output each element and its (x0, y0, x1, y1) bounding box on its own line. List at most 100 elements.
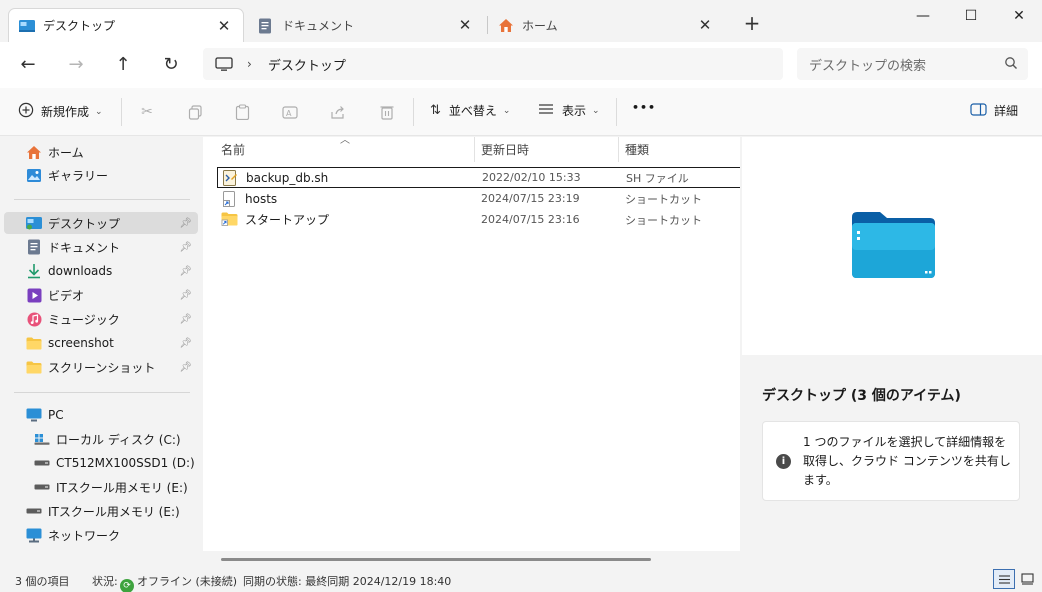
view-button[interactable]: 表示 ⌄ (538, 102, 600, 119)
pin-icon[interactable]: 📌︎ (179, 338, 192, 349)
chevron-down-icon: ⌄ (502, 105, 511, 116)
sidebar-item-label: ローカル ディスク (C:) (56, 432, 181, 447)
more-options-button[interactable]: ••• (632, 101, 656, 114)
file-row-hosts[interactable]: hosts 2024/07/15 23:19 ショートカット (217, 188, 740, 209)
sort-button-label: 並べ替え (448, 104, 497, 118)
sidebar-item-screenshots-jp[interactable]: スクリーンショット 📌︎ (4, 356, 198, 378)
sidebar-item-label: ITスクール用メモリ (E:) (56, 480, 188, 495)
close-tab-icon[interactable]: ✕ (215, 17, 233, 35)
network-icon (26, 527, 42, 543)
column-header-modified[interactable]: 更新日時 (463, 137, 607, 162)
sidebar-item-home[interactable]: ホーム (4, 141, 198, 163)
file-row-backup-db[interactable]: backup_db.sh 2022/02/10 15:33 SH ファイル (217, 167, 740, 188)
gallery-icon (26, 167, 42, 183)
sidebar-item-drive-d[interactable]: CT512MX100SSD1 (D:) (4, 452, 198, 474)
status-state: ⟳ オフライン (未接続) (120, 573, 237, 592)
horizontal-scrollbar-thumb[interactable] (221, 558, 651, 561)
pc-icon (26, 407, 42, 423)
divider (121, 98, 122, 126)
rename-icon[interactable]: A (280, 102, 300, 122)
column-header-label: 名前 (221, 143, 246, 157)
sidebar-item-label: ITスクール用メモリ (E:) (48, 504, 180, 519)
sidebar-item-drive-c[interactable]: ローカル ディスク (C:) (4, 428, 198, 450)
share-icon[interactable] (328, 102, 348, 122)
tab-home[interactable]: ホーム ✕ (488, 8, 724, 42)
file-modified: 2022/02/10 15:33 (482, 171, 581, 184)
details-pane-icon (970, 102, 987, 119)
details-info-box: i 1 つのファイルを選択して詳細情報を取得し、クラウド コンテンツを共有します… (762, 421, 1020, 501)
tab-desktop[interactable]: デスクトップ ✕ (8, 8, 244, 42)
view-list-icon (538, 103, 554, 118)
sidebar-item-label: ホーム (48, 145, 84, 160)
close-window-button[interactable]: ✕ (996, 4, 1042, 28)
sidebar-item-label: ミュージック (48, 312, 120, 327)
info-icon: i (776, 454, 791, 469)
sidebar-item-gallery[interactable]: ギャラリー (4, 164, 198, 186)
file-modified: 2024/07/15 23:16 (481, 213, 580, 226)
sidebar-item-network[interactable]: ネットワーク (4, 524, 198, 546)
sidebar-item-desktop[interactable]: デスクトップ 📌︎ (4, 212, 198, 234)
pin-icon[interactable]: 📌︎ (179, 314, 192, 325)
folder-shortcut-icon (221, 212, 239, 228)
sidebar-item-label: downloads (48, 264, 113, 278)
sidebar-item-label: ドキュメント (48, 240, 121, 255)
tiles-view-button[interactable] (1016, 569, 1038, 589)
up-button[interactable]: ↑ (110, 52, 136, 78)
drive-icon (34, 455, 50, 471)
pin-icon[interactable]: 📌︎ (179, 218, 192, 229)
search-input[interactable]: デスクトップの検索 (797, 48, 1028, 80)
back-button[interactable]: ← (15, 52, 41, 78)
details-title: デスクトップ (3 個のアイテム) (762, 388, 961, 404)
file-name: backup_db.sh (246, 170, 329, 185)
drive-icon (34, 431, 50, 447)
sidebar-item-screenshot[interactable]: screenshot 📌︎ (4, 332, 198, 354)
search-icon (1004, 56, 1018, 74)
cut-icon[interactable]: ✂ (137, 102, 157, 122)
tab-label: ドキュメント (282, 18, 355, 33)
address-bar[interactable]: › デスクトップ (203, 48, 783, 80)
refresh-button[interactable]: ↻ (158, 52, 184, 78)
pin-icon[interactable]: 📌︎ (179, 362, 192, 373)
divider (14, 392, 190, 393)
minimize-button[interactable]: — (900, 4, 946, 28)
sort-button[interactable]: ⇅ 並べ替え ⌄ (430, 102, 510, 119)
maximize-button[interactable]: ☐ (948, 4, 994, 28)
copy-icon[interactable] (185, 102, 205, 122)
column-header-name[interactable]: 名前 (203, 137, 473, 162)
file-type: ショートカット (625, 213, 702, 227)
sync-status: 同期の状態: 最終同期 2024/12/19 18:40 (243, 575, 452, 588)
plus-circle-icon (18, 102, 34, 121)
chevron-down-icon: ⌄ (592, 105, 600, 116)
sidebar-item-label: ギャラリー (48, 168, 109, 183)
tab-documents[interactable]: ドキュメント ✕ (248, 8, 484, 42)
divider (413, 98, 414, 126)
close-tab-icon[interactable]: ✕ (456, 16, 474, 34)
details-pane-button[interactable]: 詳細 (970, 102, 1018, 119)
details-view-button[interactable] (993, 569, 1015, 589)
close-tab-icon[interactable]: ✕ (696, 16, 714, 34)
new-tab-button[interactable]: + (740, 12, 764, 36)
desktop-icon (26, 215, 42, 231)
forward-button[interactable]: → (63, 52, 89, 78)
sidebar-item-music[interactable]: ミュージック 📌︎ (4, 308, 198, 330)
file-row-startup[interactable]: スタートアップ 2024/07/15 23:16 ショートカット (217, 209, 740, 230)
file-modified: 2024/07/15 23:19 (481, 192, 580, 205)
sidebar-item-videos[interactable]: ビデオ 📌︎ (4, 284, 198, 306)
pin-icon[interactable]: 📌︎ (179, 290, 192, 301)
paste-icon[interactable] (232, 102, 252, 122)
pin-icon[interactable]: 📌︎ (179, 266, 192, 277)
sidebar-item-documents[interactable]: ドキュメント 📌︎ (4, 236, 198, 258)
sidebar-item-drive-e[interactable]: ITスクール用メモリ (E:) (4, 476, 198, 498)
sidebar-item-pc[interactable]: PC (4, 404, 198, 426)
sidebar-item-downloads[interactable]: downloads 📌︎ (4, 260, 198, 282)
new-button[interactable]: 新規作成 ⌄ (18, 102, 103, 121)
pin-icon[interactable]: 📌︎ (179, 242, 192, 253)
sidebar-item-usb-e[interactable]: ITスクール用メモリ (E:) (4, 500, 198, 522)
delete-icon[interactable] (377, 102, 397, 122)
breadcrumb-item[interactable]: デスクトップ (268, 55, 346, 74)
sync-status-icon: ⟳ (120, 579, 134, 592)
item-count: 3 個の項目 (15, 575, 70, 588)
view-button-label: 表示 (562, 104, 587, 118)
breadcrumb-chevron-icon[interactable]: › (247, 57, 252, 71)
column-header-type[interactable]: 種類 (607, 137, 740, 162)
